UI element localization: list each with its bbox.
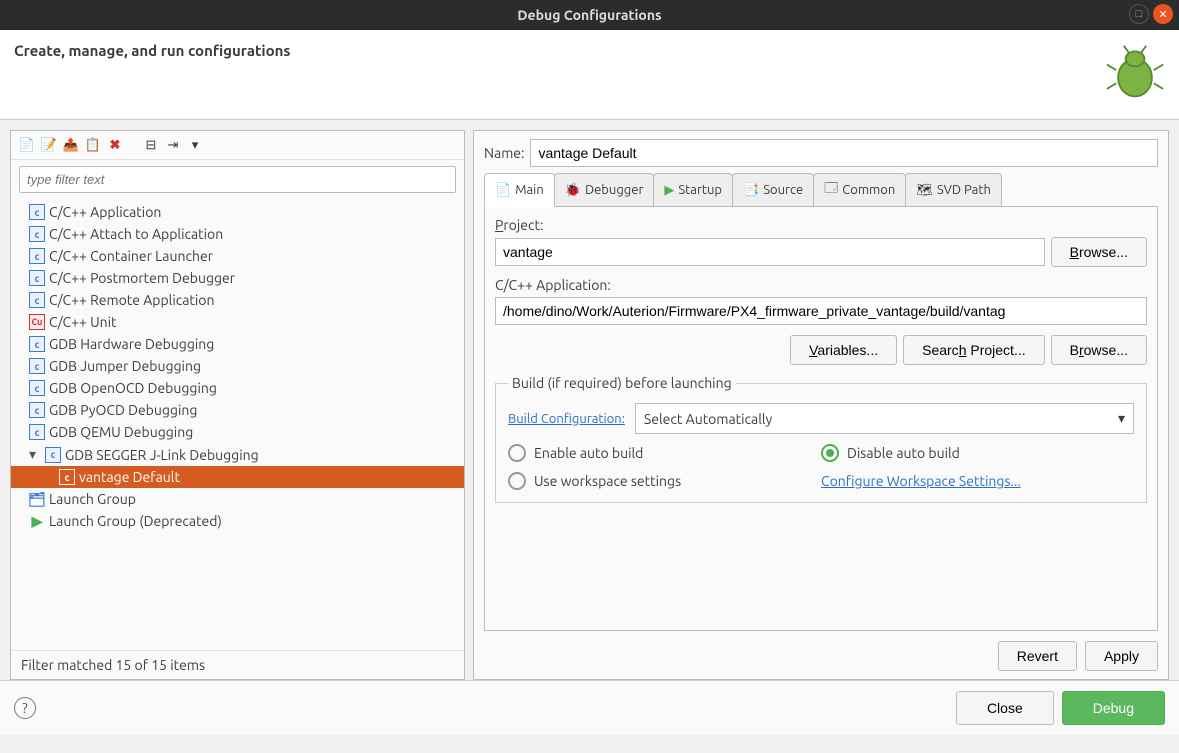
maximize-button[interactable]: □: [1129, 4, 1149, 24]
tree-item[interactable]: 🗂Launch Group: [11, 488, 464, 510]
tree-item[interactable]: cC/C++ Remote Application: [11, 289, 464, 311]
new-config-icon[interactable]: 📄: [19, 137, 35, 153]
project-input[interactable]: [495, 238, 1045, 266]
tree-item[interactable]: CuC/C++ Unit: [11, 311, 464, 333]
tab-source[interactable]: 📑Source: [732, 173, 814, 206]
titlebar: Debug Configurations □ ✕: [0, 0, 1179, 30]
c-icon: c: [29, 292, 45, 308]
radio-icon: [508, 444, 526, 462]
collapse-icon[interactable]: ⊟: [143, 137, 159, 153]
tab-svd[interactable]: 🗺SVD Path: [905, 173, 1002, 206]
tree-item[interactable]: cGDB OpenOCD Debugging: [11, 377, 464, 399]
app-label: C/C++ Application:: [495, 277, 1147, 293]
bug-tab-icon: 🐞: [565, 183, 581, 198]
tab-bar: 📄Main 🐞Debugger ▶Startup 📑Source 🗔Common…: [484, 173, 1158, 207]
tree-item[interactable]: cC/C++ Container Launcher: [11, 245, 464, 267]
radio-icon: [508, 472, 526, 490]
config-detail-pane: Name: 📄Main 🐞Debugger ▶Startup 📑Source 🗔…: [473, 130, 1169, 680]
common-icon: 🗔: [824, 179, 838, 201]
tree-toolbar: 📄 📝 📤 📋 ✖ ⊟ ⇥ ▾: [11, 131, 464, 160]
play-icon: ▶: [29, 513, 45, 529]
radio-disable-auto-build[interactable]: Disable auto build: [821, 444, 1134, 462]
config-tree-pane: 📄 📝 📤 📋 ✖ ⊟ ⇥ ▾ cC/C++ Application cC/C+…: [10, 130, 465, 680]
header: Create, manage, and run configurations: [0, 30, 1179, 120]
c-icon: c: [29, 424, 45, 440]
close-button[interactable]: Close: [956, 691, 1054, 725]
duplicate-icon[interactable]: 📋: [85, 137, 101, 153]
c-icon: c: [29, 380, 45, 396]
tree-item[interactable]: cC/C++ Postmortem Debugger: [11, 267, 464, 289]
tree-item[interactable]: cC/C++ Application: [11, 201, 464, 223]
c-icon: c: [59, 469, 75, 485]
close-window-button[interactable]: ✕: [1153, 4, 1173, 24]
filter-input[interactable]: [19, 166, 456, 193]
c-icon: c: [29, 336, 45, 352]
new-proto-icon[interactable]: 📝: [41, 137, 57, 153]
filter-status: Filter matched 15 of 15 items: [11, 650, 464, 679]
app-input[interactable]: [495, 297, 1147, 325]
project-label: Project:: [495, 217, 1147, 233]
tab-debugger[interactable]: 🐞Debugger: [554, 173, 655, 206]
debug-button[interactable]: Debug: [1062, 691, 1165, 725]
file-icon: 📄: [495, 183, 511, 198]
tree-item[interactable]: cGDB QEMU Debugging: [11, 421, 464, 443]
radio-checked-icon: [821, 444, 839, 462]
variables-button[interactable]: Variables...: [790, 335, 897, 365]
c-icon: c: [29, 402, 45, 418]
svd-icon: 🗺: [916, 183, 933, 198]
c-icon: c: [45, 447, 61, 463]
export-icon[interactable]: 📤: [63, 137, 79, 153]
expander-icon[interactable]: ▾: [29, 446, 41, 463]
header-title: Create, manage, and run configurations: [14, 42, 291, 59]
launch-group-icon: 🗂: [29, 491, 45, 507]
window-title: Debug Configurations: [517, 7, 661, 23]
bug-icon: [1105, 42, 1165, 102]
build-config-link[interactable]: Build Configuration:: [508, 412, 625, 426]
play-tab-icon: ▶: [664, 183, 674, 198]
tree-item[interactable]: cGDB PyOCD Debugging: [11, 399, 464, 421]
search-project-button[interactable]: Search Project...: [903, 335, 1045, 365]
config-tree: cC/C++ Application cC/C++ Attach to Appl…: [11, 199, 464, 650]
radio-workspace-settings[interactable]: Use workspace settings: [508, 472, 821, 490]
apply-button[interactable]: Apply: [1085, 641, 1158, 671]
menu-dropdown-icon[interactable]: ▾: [187, 137, 203, 153]
filter-icon[interactable]: ⇥: [165, 137, 181, 153]
tree-item[interactable]: cGDB Hardware Debugging: [11, 333, 464, 355]
tab-startup[interactable]: ▶Startup: [653, 173, 733, 206]
cu-icon: Cu: [29, 314, 45, 330]
c-icon: c: [29, 358, 45, 374]
delete-icon[interactable]: ✖: [107, 137, 123, 153]
c-icon: c: [29, 248, 45, 264]
name-label: Name:: [484, 145, 524, 161]
source-icon: 📑: [743, 183, 759, 198]
chevron-down-icon: ▾: [1118, 410, 1125, 427]
name-input[interactable]: [530, 139, 1158, 167]
c-icon: c: [29, 204, 45, 220]
revert-button[interactable]: Revert: [998, 641, 1077, 671]
tab-main[interactable]: 📄Main: [484, 173, 555, 207]
tree-item-selected[interactable]: cvantage Default: [11, 466, 464, 488]
tab-common[interactable]: 🗔Common: [813, 173, 906, 206]
build-legend: Build (if required) before launching: [508, 375, 736, 391]
browse-project-button[interactable]: Browse...: [1051, 237, 1147, 267]
help-button[interactable]: ?: [14, 697, 36, 719]
radio-enable-auto-build[interactable]: Enable auto build: [508, 444, 821, 462]
tree-item-expanded[interactable]: ▾cGDB SEGGER J-Link Debugging: [11, 443, 464, 466]
tree-item[interactable]: cC/C++ Attach to Application: [11, 223, 464, 245]
tree-item[interactable]: ▶Launch Group (Deprecated): [11, 510, 464, 532]
c-icon: c: [29, 270, 45, 286]
tab-main-body: Project: Browse... C/C++ Application: Va…: [484, 207, 1158, 631]
configure-workspace-link[interactable]: Configure Workspace Settings...: [821, 473, 1021, 489]
bottom-bar: ? Close Debug: [0, 680, 1179, 735]
build-fieldset: Build (if required) before launching Bui…: [495, 375, 1147, 503]
tree-item[interactable]: cGDB Jumper Debugging: [11, 355, 464, 377]
build-config-select[interactable]: Select Automatically ▾: [635, 403, 1134, 434]
c-icon: c: [29, 226, 45, 242]
browse-app-button[interactable]: Browse...: [1051, 335, 1147, 365]
